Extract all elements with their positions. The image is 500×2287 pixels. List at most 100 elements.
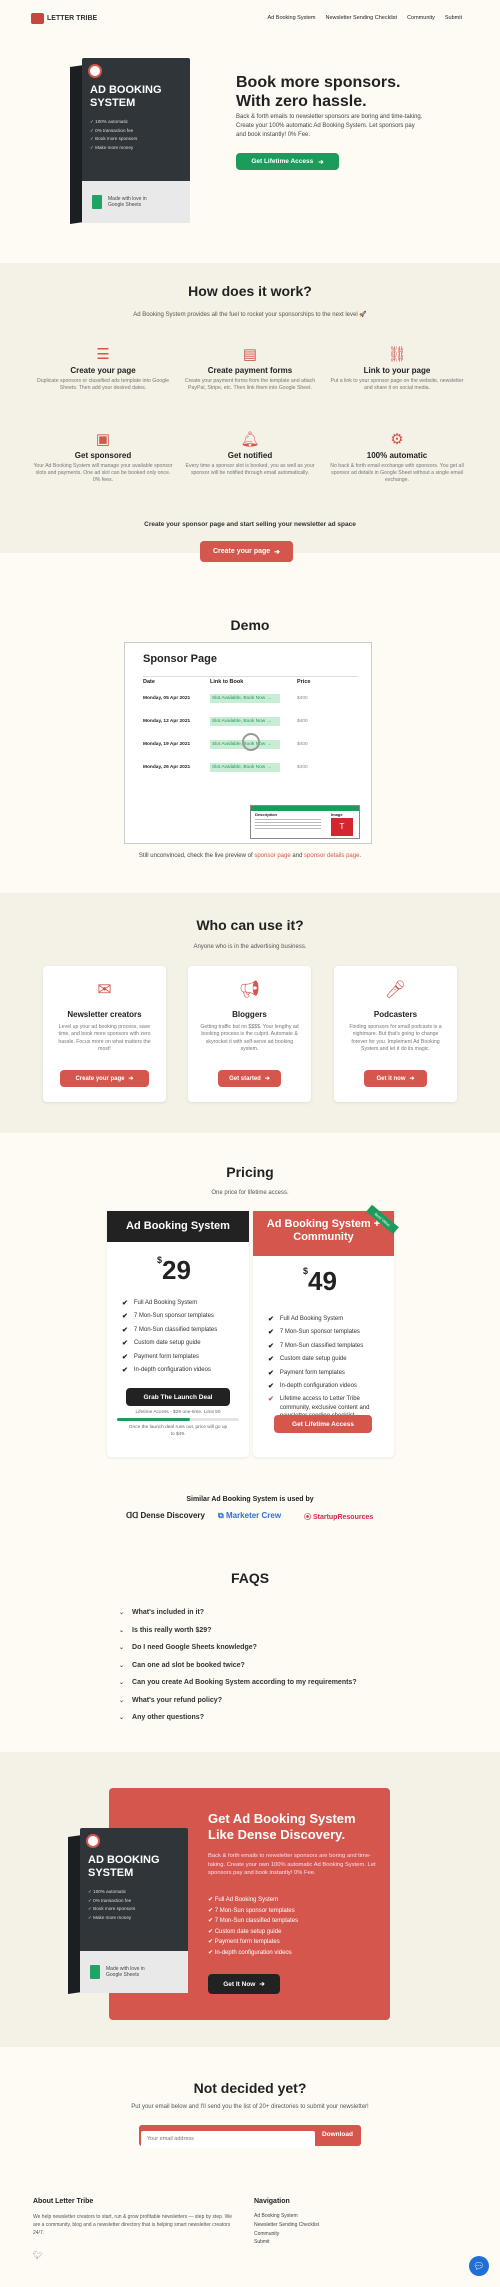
arrow-right-icon: ➔ <box>264 1076 270 1082</box>
plan-community-price: 49 <box>308 1266 337 1296</box>
demo-row: Monday, 05 Apr 2021 Slot Available, Book… <box>143 693 308 703</box>
check-icon: ✔ <box>268 1383 274 1391</box>
promo-cta-button[interactable]: Get It Now ➔ <box>208 1974 280 1994</box>
product-bullet: ✓ Book more sponsors <box>90 136 138 142</box>
faq-item[interactable]: ⌄ Can you create Ad Booking System accord… <box>119 1674 357 1692</box>
launch-deal-progress-label: Lifetime Access - $29 one-time. Limit 50 <box>135 1410 221 1415</box>
plan-feature: ✔ Custom date setup guide <box>268 1356 347 1364</box>
who-title: Who can use it? <box>196 917 304 933</box>
money-icon: ▣ <box>95 431 111 448</box>
faqs-title: FAQS <box>230 1570 270 1586</box>
hero-description: Back & forth emails to newsletter sponso… <box>236 114 423 138</box>
faq-item[interactable]: ⌄ Do I need Google Sheets knowledge? <box>119 1639 357 1657</box>
newsletter-title: Not decided yet? <box>193 2080 307 2096</box>
chevron-down-icon: ⌄ <box>119 1610 125 1617</box>
chevron-down-icon: ⌄ <box>119 1715 125 1722</box>
email-input[interactable] <box>141 2130 315 2148</box>
how-subtitle: Ad Booking System provides all the fuel … <box>133 312 367 318</box>
check-icon: ✔ <box>268 1315 274 1323</box>
chevron-down-icon: ⌄ <box>119 1645 125 1652</box>
check-circle-icon: ✔ <box>208 1949 215 1956</box>
feature-payment-forms: ▤ Create payment forms Create your paymen… <box>180 345 320 392</box>
feature-automatic: ⚙ 100% automatic No back & forth email ex… <box>327 430 467 484</box>
footer-about-title: About Letter Tribe <box>33 2198 94 2205</box>
nav-link-submit[interactable]: Submit <box>445 15 462 21</box>
product-logo-icon <box>86 1834 100 1848</box>
sponsor-page-link[interactable]: sponsor page <box>254 853 290 859</box>
check-icon: ✔ <box>268 1342 274 1350</box>
footer-link-submit[interactable]: Submit <box>254 2238 319 2247</box>
who-subtitle: Anyone who is in the advertising busines… <box>193 944 307 950</box>
book-link[interactable]: Slot Available, Book Now → <box>210 693 280 703</box>
newsletter-description: Put your email below and I'll send you t… <box>131 2104 369 2110</box>
faq-item[interactable]: ⌄ Any other questions? <box>119 1709 357 1727</box>
demo-row: Monday, 12 Apr 2021 Slot Available, Book… <box>143 716 308 726</box>
plan-feature: ✔ 7 Mon-Sun sponsor templates <box>268 1329 360 1337</box>
download-button[interactable]: Download <box>322 2131 353 2138</box>
plan-feature: ✔ Custom date setup guide <box>122 1340 201 1348</box>
plan-community: Ad Booking System + Community Best Value… <box>253 1204 399 1457</box>
chat-bubble-icon[interactable]: 💬︎ <box>469 2256 489 2276</box>
nav-link-checklist[interactable]: Newsletter Sending Checklist <box>326 15 398 21</box>
how-cta-button[interactable]: Create your page ➔ <box>200 541 293 562</box>
promo-feature: ✔ 7 Mon-Sun sponsor templates <box>208 1907 295 1914</box>
arrow-right-icon: ➔ <box>128 1076 134 1082</box>
promo-feature: ✔ 7 Mon-Sun classified templates <box>208 1918 299 1924</box>
demo-page-title: Sponsor Page <box>143 653 217 665</box>
plan-basic: Ad Booking System $29 ✔ Full Ad Booking S… <box>107 1211 249 1457</box>
grab-launch-deal-button[interactable]: Grab The Launch Deal <box>126 1388 230 1406</box>
product-bullet: ✓ 0% transaction fee <box>90 127 134 133</box>
promo-product-box: AD BOOKING SYSTEM ✓ 100% automatic ✓ 0% … <box>68 1828 188 1994</box>
brand-logo[interactable]: LETTER TRIBE <box>31 13 97 24</box>
check-icon: ✔ <box>122 1353 128 1361</box>
nav-link-community[interactable]: Community <box>407 15 435 21</box>
top-nav: Ad Booking System Newsletter Sending Che… <box>268 15 462 21</box>
plan-feature: ✔ In-depth configuration videos <box>122 1367 211 1375</box>
product-box-title: AD BOOKING SYSTEM <box>90 84 162 109</box>
marketer-crew-icon: ⧉ <box>218 1511 226 1520</box>
who-card-podcasters: 🎤︎ Podcasters Finding sponsors for small… <box>334 966 457 1102</box>
demo-note: Still unconvinced, check the live previe… <box>138 853 362 859</box>
faq-item[interactable]: ⌄ What's included in it? <box>119 1604 357 1622</box>
get-started-button[interactable]: Get started ➔ <box>218 1070 281 1087</box>
footer-about-desc: We help newsletter creators to start, ru… <box>33 2214 233 2236</box>
plan-feature: ✔ In-depth configuration videos <box>268 1383 357 1391</box>
google-sheets-icon <box>92 195 102 209</box>
logo-marketer-crew: ⧉ Marketer Crew <box>218 1511 282 1520</box>
check-icon: ✔ <box>268 1356 274 1364</box>
faq-item[interactable]: ⌄ Is this really worth $29? <box>119 1622 357 1640</box>
tesla-logo-icon: T <box>331 818 353 836</box>
check-icon: ✔ <box>268 1369 274 1377</box>
faq-item[interactable]: ⌄ Can one ad slot be booked twice? <box>119 1657 357 1675</box>
nav-link-ad-booking[interactable]: Ad Booking System <box>268 15 316 21</box>
dense-discovery-icon: ᗡᗡ <box>126 1511 141 1520</box>
promo-feature: ✔ In-depth configuration videos <box>208 1949 292 1956</box>
footer-link-checklist[interactable]: Newsletter Sending Checklist <box>254 2221 319 2230</box>
create-page-button[interactable]: Create your page ➔ <box>60 1070 149 1087</box>
footer-link-ad-booking[interactable]: Ad Booking System <box>254 2212 319 2221</box>
faq-list: ⌄ What's included in it? ⌄ Is this really … <box>119 1604 357 1727</box>
newsletter-icon: ✉ <box>97 980 112 999</box>
cursor-click-icon <box>242 733 260 751</box>
microphone-icon: 🎤︎ <box>384 980 407 999</box>
sponsor-details-link[interactable]: sponsor details page <box>304 853 359 859</box>
plan-feature: ✔ Payment form templates <box>268 1369 345 1377</box>
get-it-now-button[interactable]: Get it now ➔ <box>364 1070 427 1087</box>
demo-preview[interactable]: Sponsor Page Date Link to Book Price Mon… <box>124 642 372 844</box>
feature-create-page: ☰ Create your page Duplicate sponsors or … <box>33 345 173 392</box>
footer-link-community[interactable]: Community <box>254 2230 319 2239</box>
arrow-right-icon: ➔ <box>274 548 281 556</box>
product-bullet: ✓ 100% automatic <box>90 119 129 124</box>
gear-icon: ⚙ <box>390 431 404 448</box>
plan-basic-price: 29 <box>162 1255 191 1285</box>
faq-item[interactable]: ⌄ What's your refund policy? <box>119 1692 357 1710</box>
book-link[interactable]: Slot Available, Book Now → <box>210 716 280 726</box>
promo-feature: ✔ Payment form templates <box>208 1939 280 1945</box>
get-lifetime-access-button[interactable]: Get Lifetime Access <box>274 1415 372 1433</box>
twitter-icon[interactable]: 🐦︎ <box>33 2251 43 2260</box>
chevron-down-icon: ⌄ <box>119 1697 125 1704</box>
book-link[interactable]: Slot Available, Book Now → <box>210 762 280 772</box>
hero-cta-button[interactable]: Get Lifetime Access ➔ <box>236 153 339 170</box>
plan-feature: ✔ 7 Mon-Sun classified templates <box>268 1342 364 1350</box>
list-icon: ☰ <box>96 346 110 363</box>
